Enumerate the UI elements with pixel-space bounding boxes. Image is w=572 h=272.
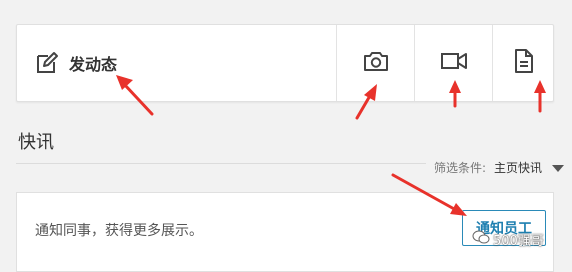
video-camera-icon	[440, 51, 468, 75]
feed-filter: 筛选条件: 主页快讯	[425, 159, 568, 177]
filter-value[interactable]: 主页快讯	[494, 159, 542, 177]
edit-icon	[35, 51, 59, 75]
video-button[interactable]	[414, 25, 492, 101]
document-button[interactable]	[492, 25, 554, 101]
feed-title: 快讯	[18, 132, 54, 153]
camera-icon	[363, 50, 389, 76]
post-composer-bar: 发动态	[16, 24, 554, 102]
filter-label: 筛选条件:	[433, 161, 486, 175]
photo-button[interactable]	[336, 25, 414, 101]
post-update-button[interactable]: 发动态	[17, 25, 336, 101]
notify-message: 通知同事，获得更多展示。	[35, 223, 203, 239]
watermark-text: 500强哥	[493, 234, 544, 249]
document-icon	[514, 48, 534, 78]
watermark: 500强哥	[472, 230, 544, 249]
post-update-label: 发动态	[69, 55, 118, 74]
chevron-down-icon[interactable]	[552, 164, 564, 172]
chat-bubble-icon	[472, 230, 490, 249]
